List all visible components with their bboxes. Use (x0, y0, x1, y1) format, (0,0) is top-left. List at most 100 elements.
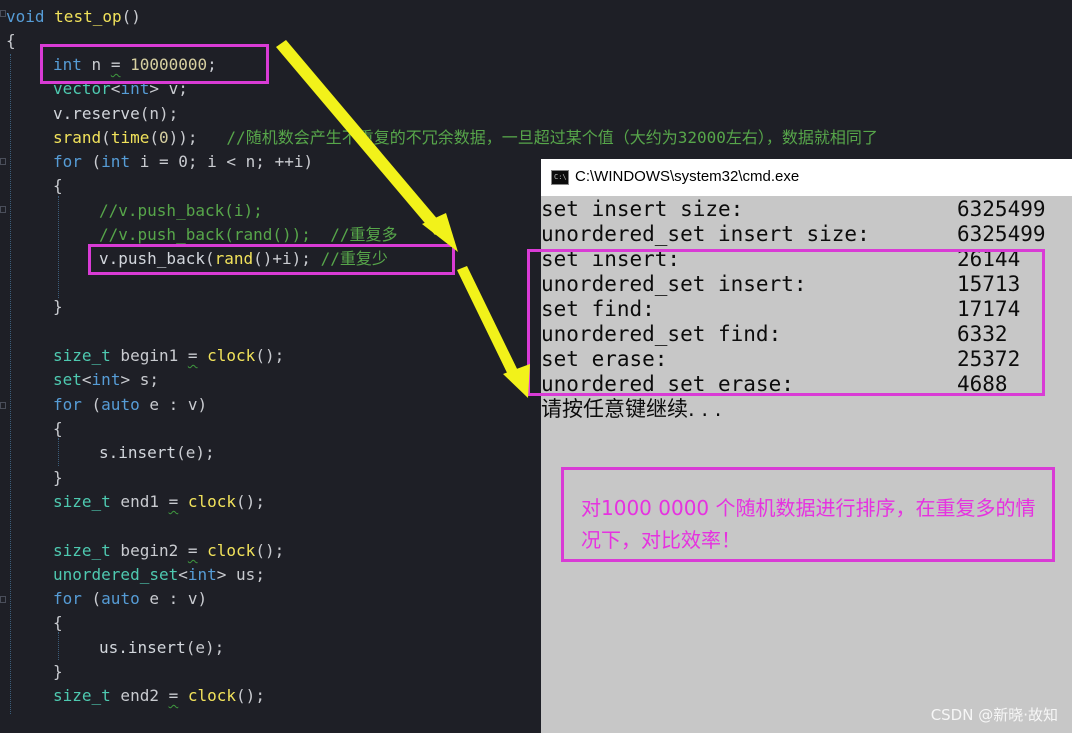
annotation-text: 对1000 0000 个随机数据进行排序，在重复多的情况下，对比效率！ (581, 496, 1036, 552)
code-token: set (53, 370, 82, 389)
code-token: auto (101, 395, 140, 414)
code-line: set<int> s; (53, 371, 159, 389)
code-line: } (53, 469, 63, 487)
code-token: } (53, 297, 63, 316)
console-row-label: set insert size: (541, 197, 744, 221)
code-token: < (178, 565, 188, 584)
code-token: { (53, 419, 63, 438)
code-token: (n); (139, 104, 179, 123)
code-token: (e); (176, 443, 215, 462)
indent-guide (10, 54, 11, 714)
code-line: size_t begin1 = clock(); (53, 347, 284, 365)
code-line: } (53, 663, 63, 681)
fold-marker[interactable] (0, 596, 6, 603)
code-token: //随机数会产生不重复的不冗余数据，一旦超过某个值（大约为32000左右），数据… (226, 128, 878, 147)
code-token: for (53, 589, 82, 608)
code-token: = (187, 541, 198, 560)
code-token: int (101, 152, 131, 171)
code-token: //v.push_back(i); (99, 201, 263, 220)
code-line: size_t end2 = clock(); (53, 687, 265, 705)
console-row-value: 6325499 (957, 197, 1046, 221)
code-line: //v.push_back(rand()); //重复多 (99, 226, 397, 244)
code-token: size_t (53, 346, 111, 365)
code-token: > us; (216, 565, 265, 584)
console-row: unordered_set insert size: 6325499 (541, 222, 1072, 247)
code-token: v.reserve (53, 104, 140, 123)
editor-gutter (0, 0, 6, 733)
code-line: s.insert(e); (99, 444, 215, 462)
console-window[interactable]: C:\WINDOWS\system32\cmd.exe set insert s… (527, 159, 1072, 733)
code-token: ( (81, 395, 102, 414)
code-token: )); (168, 128, 227, 147)
code-line: { (53, 177, 63, 195)
code-line: { (53, 420, 63, 438)
code-line: us.insert(e); (99, 639, 224, 657)
code-token: { (53, 613, 63, 632)
code-line: srand(time(0)); //随机数会产生不重复的不冗余数据，一旦超过某个… (53, 129, 878, 147)
fold-marker[interactable] (0, 402, 6, 409)
code-token: clock (187, 492, 237, 511)
code-line: size_t begin2 = clock(); (53, 542, 284, 560)
code-token: unordered_set (53, 565, 179, 584)
code-token: clock (207, 541, 256, 560)
code-token: int (91, 370, 121, 389)
code-token: i = 0; i < n; ++i) (130, 152, 314, 171)
console-row: set insert size: 6325499 (541, 197, 1072, 222)
code-token: begin2 (110, 541, 188, 560)
code-token: void (6, 7, 45, 26)
code-line: void test_op() (6, 8, 141, 26)
indent-guide (58, 632, 59, 660)
code-token: e : v) (139, 395, 208, 414)
code-token: s.insert (99, 443, 177, 462)
code-token: test_op (54, 7, 122, 26)
code-token: { (6, 31, 16, 50)
highlight-box-n-declaration (40, 44, 269, 84)
code-token: size_t (53, 686, 111, 705)
code-token: } (53, 662, 63, 681)
code-line: for (auto e : v) (53, 396, 207, 414)
code-token: (); (236, 492, 265, 511)
code-token: > s; (120, 370, 159, 389)
code-line: for (auto e : v) (53, 590, 207, 608)
code-line: } (53, 298, 63, 316)
highlight-box-push-back (88, 244, 455, 275)
code-token: = (168, 686, 179, 705)
code-token: auto (101, 589, 140, 608)
code-token: int (187, 565, 217, 584)
code-line: size_t end1 = clock(); (53, 493, 265, 511)
code-token: ( (149, 128, 159, 147)
code-token: < (81, 370, 92, 389)
console-prompt: 请按任意键继续. . . (541, 397, 722, 421)
fold-marker[interactable] (0, 158, 6, 165)
code-token: { (53, 176, 63, 195)
code-token: us.insert (99, 638, 186, 657)
console-row-label: unordered_set insert size: (541, 222, 870, 246)
indent-guide (58, 196, 59, 298)
code-token: end2 (110, 686, 169, 705)
code-token: (); (236, 686, 265, 705)
fold-marker[interactable] (0, 206, 6, 213)
code-token: 0 (158, 128, 169, 147)
code-token: ( (81, 589, 102, 608)
code-token: () (121, 7, 141, 26)
code-token: (); (255, 346, 285, 365)
code-token: clock (187, 686, 237, 705)
code-line: for (int i = 0; i < n; ++i) (53, 153, 313, 171)
code-token: time (110, 128, 150, 147)
code-token: //v.push_back(rand()); //重复多 (99, 225, 398, 244)
code-token: e : v) (139, 589, 208, 608)
code-token: ( (81, 152, 102, 171)
code-token: clock (207, 346, 256, 365)
code-line: //v.push_back(i); (99, 202, 263, 220)
console-titlebar[interactable]: C:\WINDOWS\system32\cmd.exe (541, 159, 1072, 196)
code-token: ( (101, 128, 111, 147)
code-token: for (53, 152, 82, 171)
highlight-box-results (527, 249, 1045, 396)
code-token: end1 (110, 492, 169, 511)
code-token: srand (53, 128, 102, 147)
code-token: (e); (185, 638, 225, 657)
